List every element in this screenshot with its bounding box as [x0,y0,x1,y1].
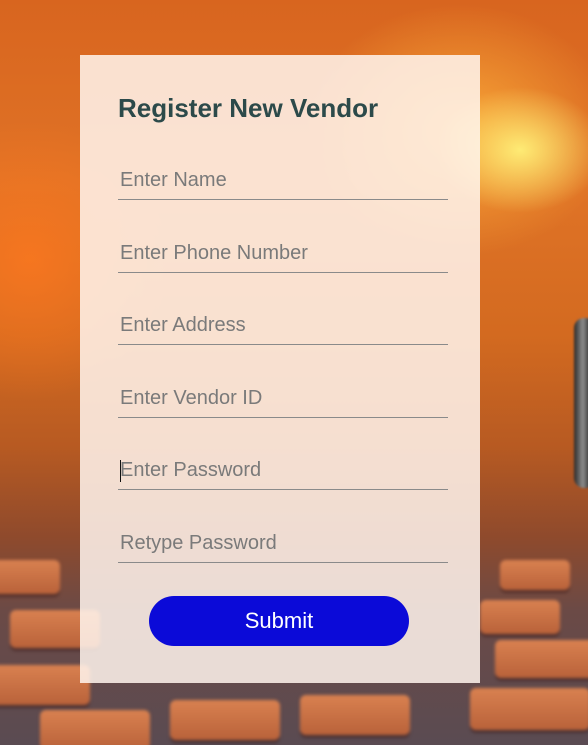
retype-password-input[interactable] [118,525,448,562]
form-title: Register New Vendor [118,93,379,123]
name-input[interactable] [118,162,448,199]
retype-password-field-container [118,525,448,563]
submit-button[interactable]: Submit [149,596,409,646]
address-input[interactable] [118,307,448,344]
name-field-container [118,162,448,200]
page-background: Register New Vendor Submit [0,0,588,745]
phone-field-container [118,235,448,273]
password-input[interactable] [118,452,448,489]
vendor-id-field-container [118,380,448,418]
text-cursor [120,460,121,482]
password-field-container [118,452,448,490]
metal-knob [574,318,588,488]
address-field-container [118,307,448,345]
register-vendor-form: Register New Vendor Submit [80,55,480,683]
phone-number-input[interactable] [118,235,448,272]
vendor-id-input[interactable] [118,380,448,417]
